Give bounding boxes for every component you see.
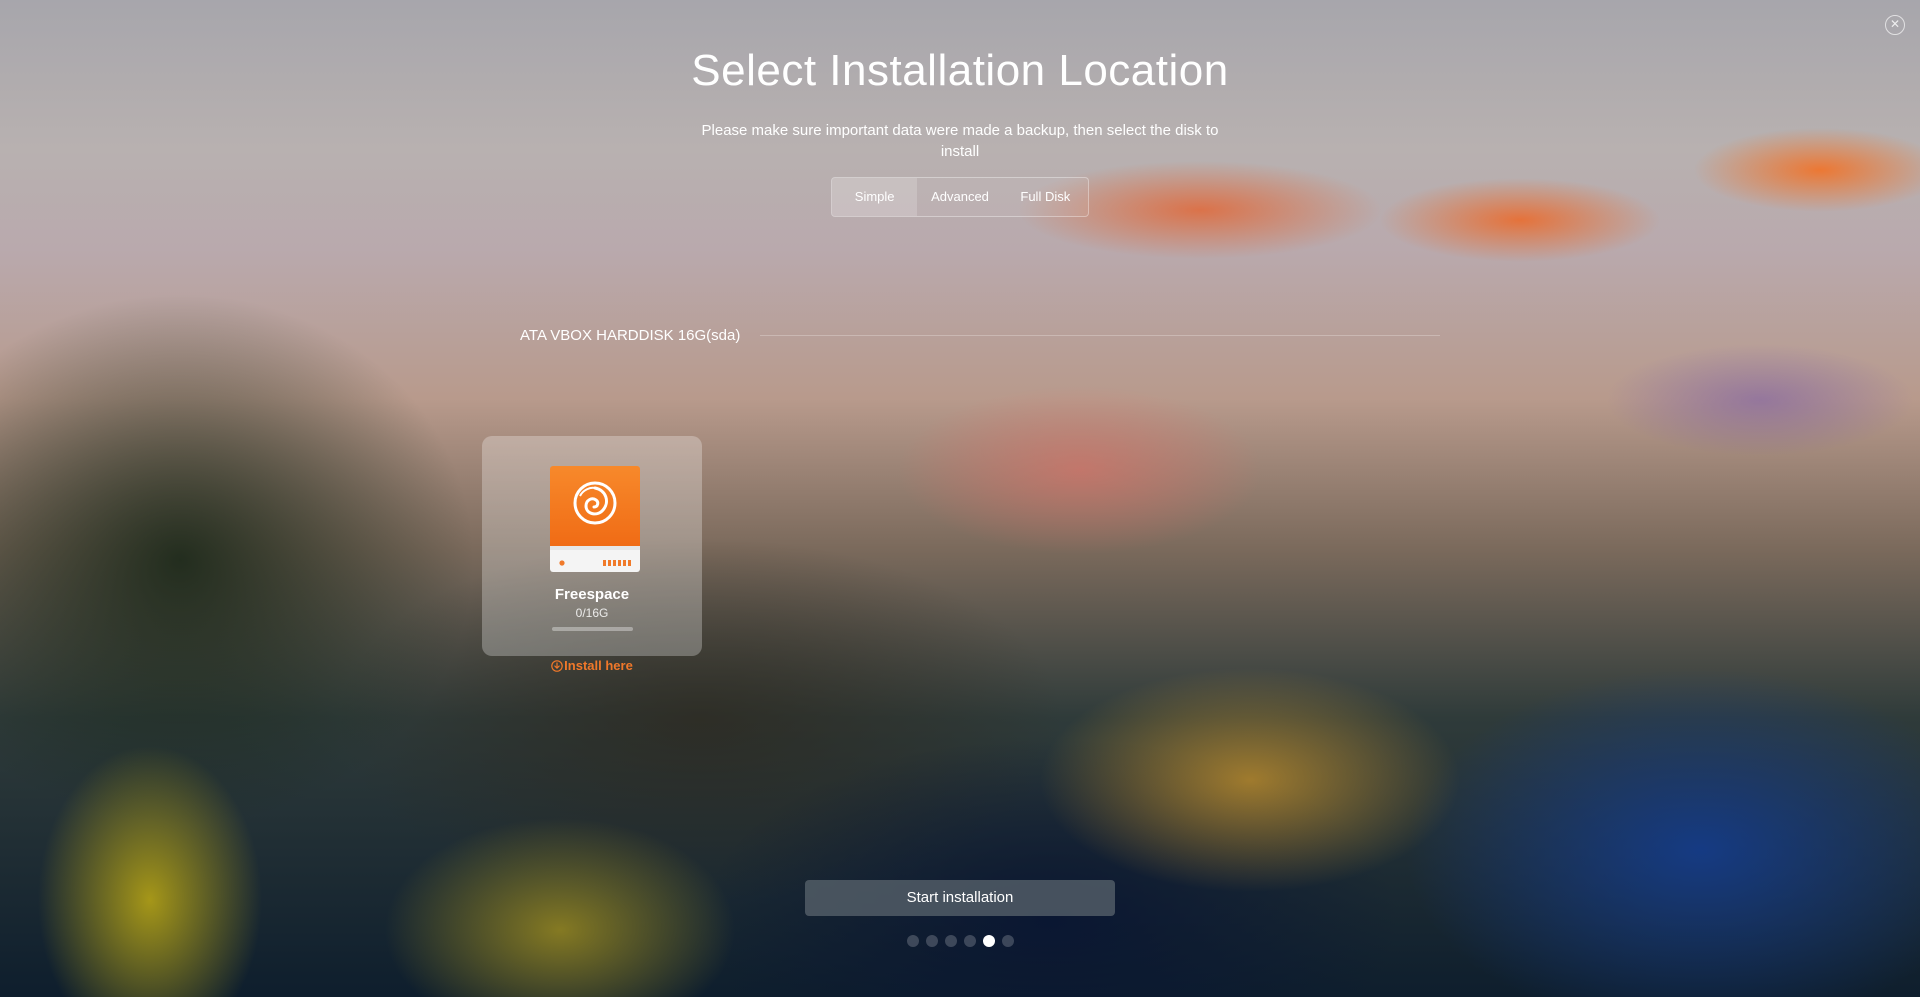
start-installation-button[interactable]: Start installation — [805, 880, 1115, 916]
disk-header: ATA VBOX HARDDISK 16G(sda) — [520, 325, 1440, 345]
tab-advanced[interactable]: Advanced — [917, 178, 1002, 216]
step-dot-6 — [1001, 935, 1014, 947]
tab-full-disk[interactable]: Full Disk — [1003, 178, 1088, 216]
page-title: Select Installation Location — [691, 46, 1229, 95]
close-icon: ✕ — [1889, 17, 1901, 31]
partition-usage-bar — [552, 627, 633, 631]
step-dot-3 — [944, 935, 957, 947]
install-here-label: Install here — [564, 658, 633, 673]
deepin-drive-icon — [550, 466, 640, 572]
partition-size: 0/16G — [575, 606, 609, 620]
mode-tabs: Simple Advanced Full Disk — [831, 177, 1089, 217]
partition-card-freespace[interactable]: Freespace 0/16G — [482, 436, 702, 656]
step-dot-1 — [906, 935, 919, 947]
close-button[interactable]: ✕ — [1885, 15, 1905, 35]
page-subtitle: Please make sure important data were mad… — [701, 122, 1219, 160]
step-indicator — [0, 935, 1920, 947]
install-icon — [551, 659, 563, 672]
step-dot-2 — [925, 935, 938, 947]
step-dot-4 — [963, 935, 976, 947]
tab-simple[interactable]: Simple — [832, 178, 918, 216]
disk-divider — [760, 334, 1440, 336]
partition-name: Freespace — [554, 586, 630, 603]
disk-name: ATA VBOX HARDDISK 16G(sda) — [520, 326, 741, 344]
step-dot-5 — [982, 935, 995, 947]
install-here-link[interactable]: Install here — [482, 658, 702, 673]
